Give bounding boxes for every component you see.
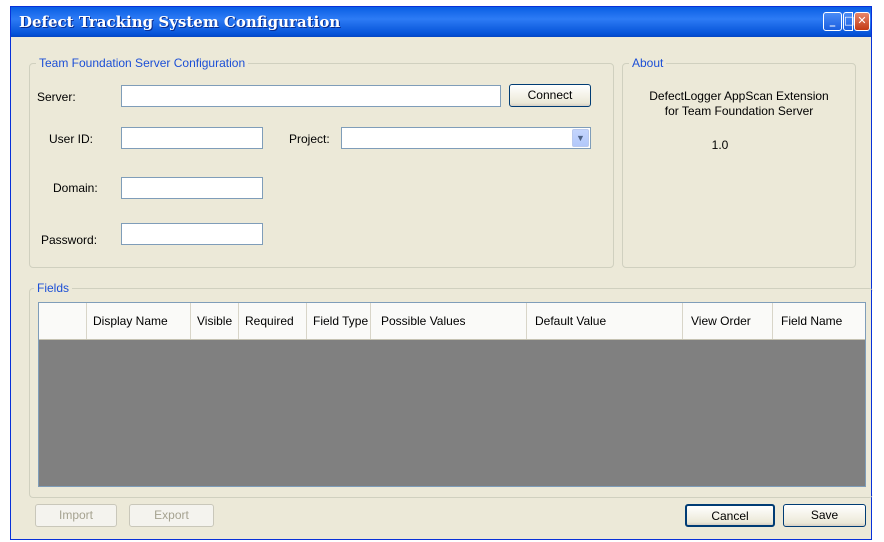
import-button[interactable]: Import: [35, 504, 117, 527]
column-possible-values[interactable]: Possible Values: [371, 303, 527, 339]
server-label: Server:: [37, 90, 76, 104]
password-label: Password:: [41, 233, 98, 247]
column-default-value[interactable]: Default Value: [527, 303, 683, 339]
save-button[interactable]: Save: [783, 504, 866, 527]
password-input[interactable]: [121, 223, 263, 245]
column-visible[interactable]: Visible: [191, 303, 239, 339]
project-label: Project:: [289, 132, 330, 146]
userid-label: User ID:: [49, 132, 94, 146]
maximize-icon: □: [844, 14, 855, 27]
about-product-line2: for Team Foundation Server: [664, 104, 814, 118]
project-dropdown[interactable]: ▼: [341, 127, 591, 149]
row-header-column[interactable]: [39, 303, 87, 339]
config-window: Defect Tracking System Configuration _ □…: [10, 6, 873, 540]
about-legend: About: [629, 56, 667, 70]
column-display-name[interactable]: Display Name: [87, 303, 191, 339]
column-field-type[interactable]: Field Type: [307, 303, 371, 339]
domain-input[interactable]: [121, 177, 263, 199]
userid-input[interactable]: [121, 127, 263, 149]
window-title: Defect Tracking System Configuration: [19, 13, 341, 31]
column-required[interactable]: Required: [239, 303, 307, 339]
maximize-button[interactable]: □: [843, 12, 855, 31]
cancel-button[interactable]: Cancel: [685, 504, 775, 527]
about-version: 1.0: [711, 138, 729, 152]
close-icon: ✕: [857, 14, 867, 27]
close-button[interactable]: ✕: [854, 12, 870, 31]
fields-grid[interactable]: Display Name Visible Required Field Type…: [38, 302, 866, 487]
fields-grid-header: Display Name Visible Required Field Type…: [39, 303, 865, 340]
connect-button[interactable]: Connect: [509, 84, 591, 107]
minimize-button[interactable]: _: [823, 12, 842, 31]
about-product-line1: DefectLogger AppScan Extension: [649, 89, 829, 103]
column-view-order[interactable]: View Order: [683, 303, 773, 339]
column-field-name[interactable]: Field Name: [773, 303, 865, 339]
minimize-icon: _: [829, 14, 836, 27]
export-button[interactable]: Export: [129, 504, 214, 527]
domain-label: Domain:: [53, 181, 98, 195]
tfs-config-legend: Team Foundation Server Configuration: [36, 56, 249, 70]
server-input[interactable]: [121, 85, 501, 107]
chevron-down-icon[interactable]: ▼: [572, 129, 589, 147]
title-bar[interactable]: Defect Tracking System Configuration _ □…: [11, 7, 871, 37]
fields-legend: Fields: [34, 281, 73, 295]
